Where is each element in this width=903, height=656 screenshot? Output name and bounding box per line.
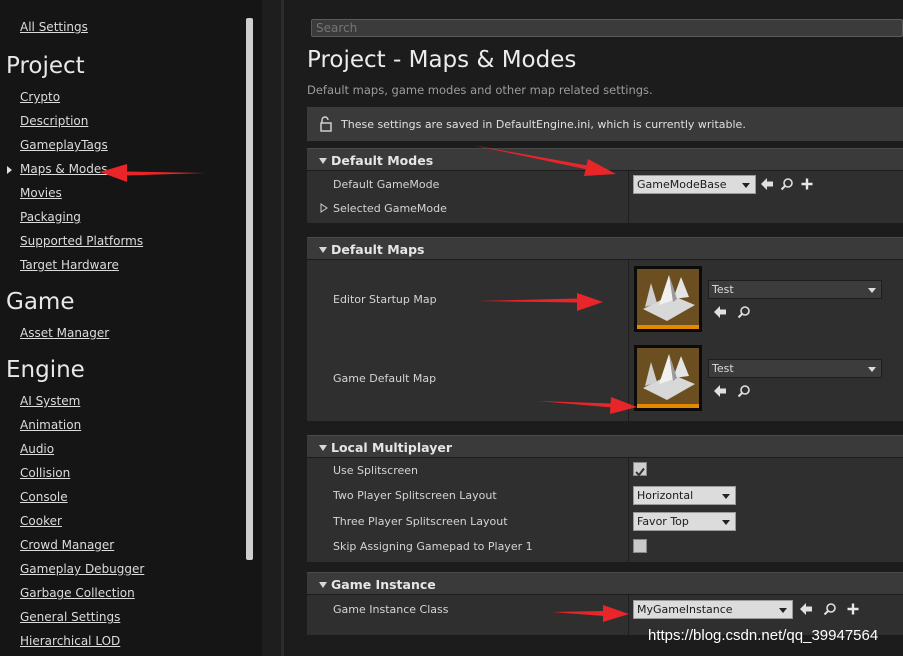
three-player-layout-value: Favor Top [637,515,689,528]
sidebar-item-gameplaytags[interactable]: GameplayTags [20,138,108,152]
collapse-triangle-icon [319,582,327,588]
sidebar-item-hierarchical-lod[interactable]: Hierarchical LOD [20,634,120,648]
game-instance-class-combo[interactable]: MyGameInstance [633,600,793,619]
three-player-layout-label: Three Player Splitscreen Layout [333,515,508,528]
use-splitscreen-checkbox[interactable] [633,462,647,477]
sidebar-item-garbage-collection[interactable]: Garbage Collection [20,586,135,600]
editor-startup-map-value: Test [712,283,734,296]
two-player-layout-combo[interactable]: Horizontal [633,486,736,505]
checkmark-icon [635,467,645,477]
category-game-instance[interactable]: Game Instance [307,572,903,594]
chevron-down-icon [742,183,750,188]
sidebar-item-maps-modes[interactable]: Maps & Modes [20,162,108,176]
page-title: Project - Maps & Modes [307,47,577,73]
game-instance-class-label: Game Instance Class [333,603,449,616]
collapse-triangle-icon [319,247,327,253]
category-default-maps-title: Default Maps [331,242,425,257]
default-gamemode-combo[interactable]: GameModeBase [633,175,756,194]
sidebar-item-cooker[interactable]: Cooker [20,514,62,528]
three-player-layout-combo[interactable]: Favor Top [633,512,736,531]
game-default-map-value: Test [712,362,734,375]
sidebar-item-description[interactable]: Description [20,114,88,128]
editor-startup-map-thumbnail[interactable] [634,266,702,332]
sidebar-item-collision[interactable]: Collision [20,466,70,480]
page-subtitle: Default maps, game modes and other map r… [307,83,653,97]
browse-magnifier-icon[interactable] [737,384,751,398]
selected-item-indicator-icon [7,166,12,174]
add-plus-icon[interactable] [800,177,814,191]
sidebar-section-project: Project [6,53,85,79]
chevron-down-icon [779,608,787,613]
panel-splitter[interactable] [262,0,284,656]
game-default-map-thumbnail[interactable] [634,345,702,411]
sidebar-item-crowd-manager[interactable]: Crowd Manager [20,538,114,552]
unlock-icon [320,116,332,132]
collapse-triangle-icon [319,158,327,164]
browse-magnifier-icon[interactable] [737,305,751,319]
chevron-down-icon [868,367,876,372]
sidebar-item-asset-manager[interactable]: Asset Manager [20,326,109,340]
category-default-modes[interactable]: Default Modes [307,148,903,170]
use-selected-arrow-icon[interactable] [799,602,813,616]
default-gamemode-value: GameModeBase [637,178,727,191]
chevron-down-icon [868,288,876,293]
map-asset-icon [643,275,695,321]
category-local-multiplayer-title: Local Multiplayer [331,440,452,455]
sidebar-section-game: Game [6,289,75,315]
chevron-down-icon [722,494,730,499]
sidebar-item-general-settings[interactable]: General Settings [20,610,120,624]
sidebar-item-packaging[interactable]: Packaging [20,210,81,224]
category-game-instance-title: Game Instance [331,577,436,592]
sidebar-item-crypto[interactable]: Crypto [20,90,60,104]
skip-gamepad-label: Skip Assigning Gamepad to Player 1 [333,540,533,553]
browse-magnifier-icon[interactable] [823,602,837,616]
sidebar-item-console[interactable]: Console [20,490,68,504]
browse-magnifier-icon[interactable] [780,177,794,191]
editor-startup-map-combo[interactable]: Test [708,280,882,299]
chevron-down-icon [722,520,730,525]
sidebar-item-gameplay-debugger[interactable]: Gameplay Debugger [20,562,144,576]
sidebar-item-target-hardware[interactable]: Target Hardware [20,258,119,272]
sidebar-item-movies[interactable]: Movies [20,186,62,200]
game-default-map-label: Game Default Map [333,372,437,385]
default-gamemode-label: Default GameMode [333,178,440,191]
search-input[interactable] [311,19,903,37]
category-local-multiplayer[interactable]: Local Multiplayer [307,435,903,457]
expand-triangle-icon[interactable] [320,203,329,213]
game-default-map-combo[interactable]: Test [708,359,882,378]
use-splitscreen-label: Use Splitscreen [333,464,419,477]
sidebar-item-supported-platforms[interactable]: Supported Platforms [20,234,143,248]
settings-sidebar: All Settings Project Crypto Description … [0,0,262,656]
game-instance-class-value: MyGameInstance [637,603,733,616]
config-notice-bar: These settings are saved in DefaultEngin… [307,107,903,141]
config-notice-text: These settings are saved in DefaultEngin… [341,118,746,131]
use-selected-arrow-icon[interactable] [713,305,727,319]
selected-gamemode-label[interactable]: Selected GameMode [333,202,447,215]
use-selected-arrow-icon[interactable] [760,177,774,191]
sidebar-item-animation[interactable]: Animation [20,418,81,432]
watermark-text: https://blog.csdn.net/qq_39947564 [648,627,879,644]
collapse-triangle-icon [319,445,327,451]
sidebar-section-engine: Engine [6,357,85,383]
sidebar-item-audio[interactable]: Audio [20,442,54,456]
editor-startup-map-label: Editor Startup Map [333,293,437,306]
category-default-maps[interactable]: Default Maps [307,237,903,259]
sidebar-scrollbar[interactable] [246,18,253,560]
sidebar-item-ai-system[interactable]: AI System [20,394,80,408]
two-player-layout-value: Horizontal [637,489,694,502]
use-selected-arrow-icon[interactable] [713,384,727,398]
skip-gamepad-checkbox[interactable] [633,539,647,553]
add-plus-icon[interactable] [846,602,860,616]
two-player-layout-label: Two Player Splitscreen Layout [333,489,497,502]
category-default-modes-title: Default Modes [331,153,434,168]
map-asset-icon [643,354,695,400]
sidebar-all-settings-link[interactable]: All Settings [20,20,88,34]
